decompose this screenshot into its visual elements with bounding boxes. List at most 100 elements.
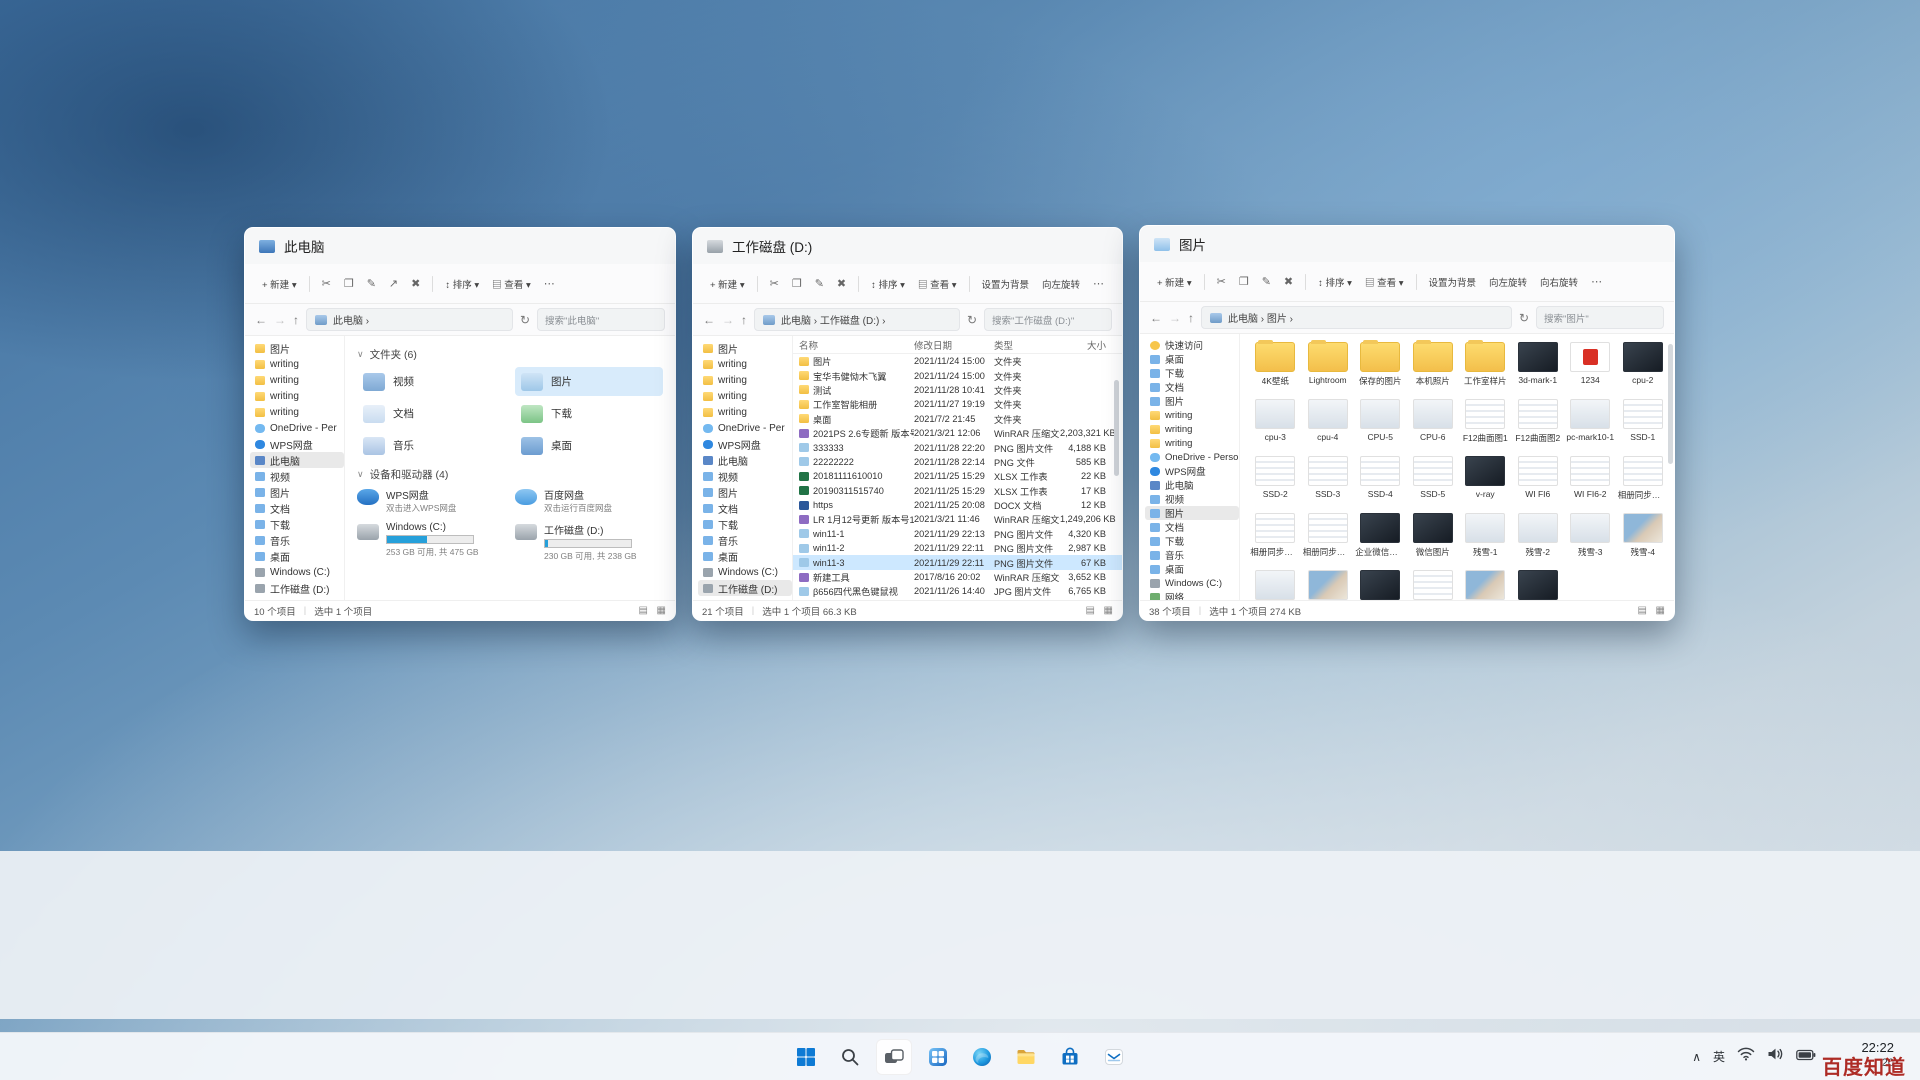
address-bar[interactable]: 此电脑 › 工作磁盘 (D:) › bbox=[754, 308, 960, 331]
sidebar-item[interactable]: 桌面 bbox=[1145, 562, 1239, 576]
grid-item[interactable]: WI FI6 bbox=[1513, 454, 1564, 503]
folder-tile[interactable]: 文档 bbox=[357, 399, 505, 428]
file-row[interactable]: 测试 2021/11/28 10:41 文件夹 bbox=[793, 383, 1122, 397]
file-row[interactable]: 20181111610010 2021/11/25 15:29 XLSX 工作表… bbox=[793, 469, 1122, 483]
details-view-icon[interactable]: ▤ bbox=[638, 605, 647, 616]
toolbar-item[interactable] bbox=[1305, 274, 1306, 290]
grid-item[interactable]: 4K壁纸 bbox=[1250, 340, 1301, 389]
titlebar[interactable]: 此电脑 bbox=[245, 228, 675, 264]
grid-item[interactable]: SSD-4 bbox=[1355, 454, 1406, 503]
search-button[interactable] bbox=[832, 1039, 868, 1075]
grid-item[interactable]: 残雪-1 bbox=[1460, 511, 1511, 560]
toolbar-item[interactable]: ❐ bbox=[1234, 271, 1254, 292]
window-this-pc[interactable]: 此电脑 + 新建 ▾✂❐✎↗✖↕ 排序 ▾▤ 查看 ▾⋯ ← → ↑ 此电脑 ›… bbox=[244, 227, 676, 621]
folder-tile[interactable]: 桌面 bbox=[515, 431, 663, 460]
sidebar-item[interactable]: writing bbox=[1145, 422, 1239, 436]
toolbar-item[interactable]: ✎ bbox=[810, 273, 829, 294]
sidebar-item[interactable]: 工作磁盘 (D:) bbox=[698, 580, 792, 596]
file-explorer-button[interactable] bbox=[1008, 1039, 1044, 1075]
sidebar-item[interactable]: 音乐 bbox=[1145, 548, 1239, 562]
toolbar-item[interactable]: ▤ 查看 ▾ bbox=[913, 273, 962, 295]
drive-tile[interactable]: 百度网盘 双击运行百度网盘 bbox=[515, 487, 663, 514]
sidebar-item[interactable]: writing bbox=[250, 356, 344, 372]
address-bar[interactable]: 此电脑 › bbox=[306, 308, 513, 331]
refresh-icon[interactable]: ↻ bbox=[967, 313, 977, 327]
sidebar-item[interactable]: 视频 bbox=[698, 468, 792, 484]
grid-item[interactable]: 残雪-4 bbox=[1618, 511, 1669, 560]
sidebar-item[interactable]: 视频 bbox=[250, 468, 344, 484]
sidebar-item[interactable]: 下载 bbox=[698, 516, 792, 532]
sidebar-item[interactable]: writing bbox=[250, 388, 344, 404]
column-size[interactable]: 大小 bbox=[1060, 338, 1116, 352]
toolbar-item[interactable] bbox=[309, 276, 310, 292]
sidebar-item[interactable]: Windows (C:) bbox=[1145, 576, 1239, 590]
sidebar-item[interactable]: 文档 bbox=[250, 500, 344, 516]
address-bar[interactable]: 此电脑 › 图片 › bbox=[1201, 306, 1512, 329]
forward-icon[interactable]: → bbox=[1169, 311, 1181, 325]
sidebar-item[interactable]: 此电脑 bbox=[698, 452, 792, 468]
refresh-icon[interactable]: ↻ bbox=[1519, 311, 1529, 325]
group-header-folders[interactable]: ∨ 文件夹 (6) bbox=[357, 347, 663, 362]
toolbar-item[interactable]: ↕ 排序 ▾ bbox=[440, 273, 484, 295]
toolbar-item[interactable]: ✂ bbox=[765, 273, 784, 294]
sidebar-item[interactable]: 桌面 bbox=[1145, 352, 1239, 366]
scrollbar[interactable] bbox=[1668, 344, 1673, 464]
toolbar-item[interactable]: 向左旋转 bbox=[1484, 271, 1532, 293]
toolbar-item[interactable]: ✎ bbox=[362, 273, 381, 294]
grid-item[interactable]: 相册同步图-1 bbox=[1618, 454, 1669, 503]
folder-tile[interactable]: 音乐 bbox=[357, 431, 505, 460]
sidebar-item[interactable]: 视频 bbox=[1145, 492, 1239, 506]
sidebar-item[interactable]: WPS网盘 bbox=[250, 436, 344, 452]
file-row[interactable]: https 2021/11/25 20:08 DOCX 文档 12 KB bbox=[793, 498, 1122, 512]
file-row[interactable]: win11-1 2021/11/29 22:13 PNG 图片文件 4,320 … bbox=[793, 527, 1122, 541]
sidebar-item[interactable]: Windows (C:) bbox=[250, 564, 344, 580]
language-indicator[interactable]: 英 bbox=[1713, 1048, 1725, 1065]
grid-item[interactable]: 相册同步图-3 bbox=[1303, 511, 1354, 560]
up-icon[interactable]: ↑ bbox=[293, 313, 299, 327]
sidebar-item[interactable]: WPS网盘 bbox=[1145, 464, 1239, 478]
show-hidden-icons-button[interactable]: ∧ bbox=[1692, 1050, 1701, 1064]
task-view-button[interactable] bbox=[876, 1039, 912, 1075]
sidebar-item[interactable]: 图片 bbox=[1145, 394, 1239, 408]
file-row[interactable]: win11-3 2021/11/29 22:11 PNG 图片文件 67 KB bbox=[793, 555, 1122, 569]
titlebar[interactable]: 工作磁盘 (D:) bbox=[693, 228, 1122, 264]
file-row[interactable]: 2021PS 2.6专题新 版本号22.2 2021/3/21 12:06 Wi… bbox=[793, 426, 1122, 440]
toolbar-item[interactable]: ⋯ bbox=[539, 273, 560, 294]
toolbar-item[interactable]: + 新建 ▾ bbox=[1152, 271, 1197, 293]
grid-item[interactable]: v-ray bbox=[1460, 454, 1511, 503]
toolbar-item[interactable]: 向右旋转 bbox=[1535, 271, 1583, 293]
sidebar-item[interactable]: 音乐 bbox=[698, 532, 792, 548]
sidebar-item[interactable]: 图片 bbox=[698, 484, 792, 500]
toolbar-item[interactable] bbox=[757, 276, 758, 292]
toolbar-item[interactable]: ❐ bbox=[339, 273, 359, 294]
toolbar-item[interactable]: ✂ bbox=[1212, 271, 1231, 292]
up-icon[interactable]: ↑ bbox=[1188, 311, 1194, 325]
sidebar-item[interactable]: 下载 bbox=[1145, 534, 1239, 548]
back-icon[interactable]: ← bbox=[703, 313, 715, 327]
sidebar-item[interactable]: 图片 bbox=[250, 484, 344, 500]
grid-item[interactable]: cpu-4 bbox=[1303, 397, 1354, 446]
volume-icon[interactable] bbox=[1767, 1047, 1784, 1066]
toolbar-item[interactable]: ↕ 排序 ▾ bbox=[866, 273, 910, 295]
grid-item[interactable]: 微信图片 bbox=[1408, 511, 1459, 560]
toolbar-item[interactable]: ↗ bbox=[384, 273, 403, 294]
sidebar-item[interactable]: writing bbox=[698, 404, 792, 420]
column-date[interactable]: 修改日期 bbox=[914, 338, 994, 352]
sidebar-item[interactable]: writing bbox=[250, 372, 344, 388]
toolbar-item[interactable] bbox=[432, 276, 433, 292]
sidebar-item[interactable]: WPS网盘 bbox=[698, 436, 792, 452]
grid-item[interactable]: SSD-1 bbox=[1618, 397, 1669, 446]
column-type[interactable]: 类型 bbox=[994, 338, 1060, 352]
refresh-icon[interactable]: ↻ bbox=[520, 313, 530, 327]
edge-button[interactable] bbox=[964, 1039, 1000, 1075]
mail-button[interactable] bbox=[1096, 1039, 1132, 1075]
toolbar-item[interactable]: ✖ bbox=[832, 273, 851, 294]
sidebar-item[interactable]: 文档 bbox=[1145, 380, 1239, 394]
toolbar-item[interactable]: ✖ bbox=[406, 273, 425, 294]
toolbar-item[interactable] bbox=[1204, 274, 1205, 290]
sidebar-item[interactable]: OneDrive - Per bbox=[250, 420, 344, 436]
sidebar-item[interactable]: 下载 bbox=[250, 516, 344, 532]
grid-item[interactable]: 本机照片 bbox=[1408, 340, 1459, 389]
file-row[interactable]: 22222222 2021/11/28 22:14 PNG 文件 585 KB bbox=[793, 455, 1122, 469]
window-pictures[interactable]: 图片 + 新建 ▾✂❐✎✖↕ 排序 ▾▤ 查看 ▾设置为背景向左旋转向右旋转⋯ … bbox=[1139, 225, 1675, 621]
